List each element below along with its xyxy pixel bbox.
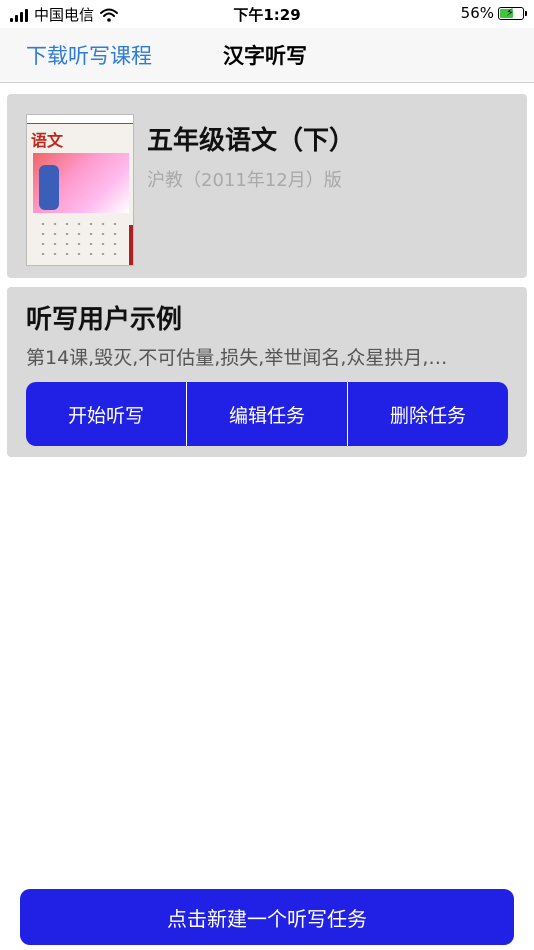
status-time: 下午1:29 — [233, 6, 301, 24]
book-title: 五年级语文（下） — [147, 126, 356, 156]
task-word-list: 第14课,毁灭,不可估量,损失,举世闻名,众星拱月,… — [26, 347, 448, 369]
book-cover-image: 语文 — [26, 114, 134, 266]
start-dictation-button[interactable]: 开始听写 — [26, 382, 186, 446]
battery-percent: 56% — [460, 4, 494, 22]
navigation-bar: 下载听写课程 汉字听写 — [0, 28, 534, 83]
page-title: 汉字听写 — [223, 44, 307, 68]
task-title: 听写用户示例 — [26, 305, 183, 335]
edit-task-button[interactable]: 编辑任务 — [186, 382, 347, 446]
status-bar: 中国电信 下午1:29 56% ⚡ — [0, 0, 534, 28]
new-task-button[interactable]: 点击新建一个听写任务 — [20, 889, 514, 945]
task-actions: 开始听写 编辑任务 删除任务 — [26, 382, 508, 446]
task-card: 听写用户示例 第14课,毁灭,不可估量,损失,举世闻名,众星拱月,… 开始听写 … — [7, 287, 527, 457]
download-course-link[interactable]: 下载听写课程 — [26, 40, 152, 70]
delete-task-button[interactable]: 删除任务 — [347, 382, 508, 446]
book-card[interactable]: 语文 五年级语文（下） 沪教（2011年12月）版 — [7, 94, 527, 278]
status-right: 56% ⚡ — [460, 4, 527, 22]
battery-charging-icon: ⚡ — [498, 6, 527, 20]
cover-title: 语文 — [31, 131, 64, 150]
book-edition: 沪教（2011年12月）版 — [147, 170, 342, 191]
